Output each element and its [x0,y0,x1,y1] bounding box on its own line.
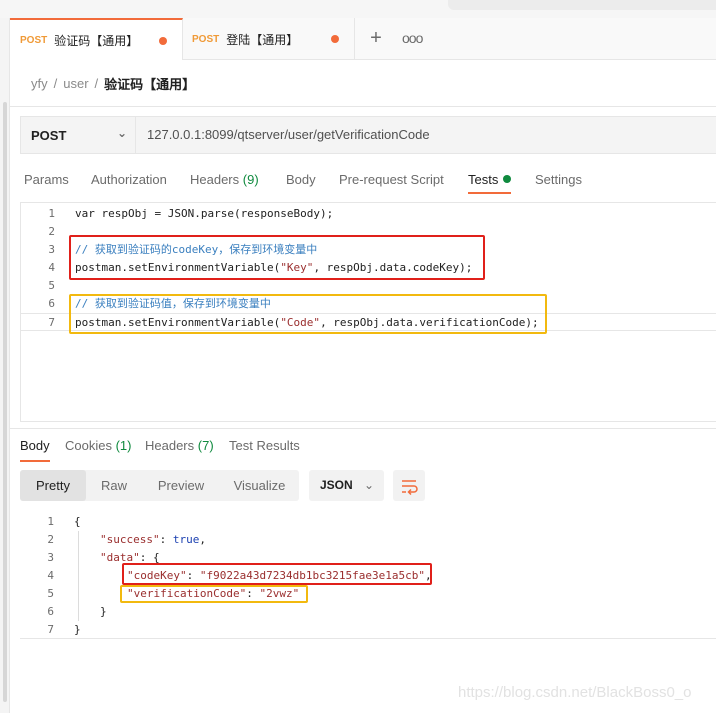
tab-headers-label: Headers [190,172,240,187]
new-tab-plus-icon[interactable]: + [366,28,386,48]
line-number: 1 [48,207,55,220]
line-number: 5 [47,587,54,600]
format-value: JSON [320,478,353,492]
highlight-box-yellow [69,294,547,334]
wrap-lines-icon [402,480,418,496]
breadcrumb-separator: / [53,76,58,91]
json-value: true [172,533,200,546]
code-line: 1 var respObj = JSON.parse(responseBody); [21,205,716,223]
unsaved-dot-icon [331,35,339,43]
sidebar-scrollbar[interactable] [0,18,10,713]
tab-title: 登陆【通用】 [226,32,299,47]
divider [10,428,716,429]
cookies-count: (1) [115,438,132,453]
headers-count: (9) [242,172,259,187]
status-dot-icon [503,175,512,183]
line-number: 4 [48,261,55,274]
json-key: "success" [100,533,160,546]
format-select[interactable]: JSON ⌄ [309,470,384,501]
tab-cookies[interactable]: Cookies (1) [65,438,131,453]
highlight-box-red [122,563,432,585]
view-pretty[interactable]: Pretty [20,470,86,501]
tests-code-editor[interactable]: 1 var respObj = JSON.parse(responseBody);… [20,202,716,422]
view-mode-toggle: Pretty Raw Preview Visualize [20,470,299,501]
watermark: https://blog.csdn.net/BlackBoss0_o [458,684,692,701]
json-line: 2 "success": true, [20,531,716,549]
breadcrumb-folder[interactable]: user [63,76,88,91]
url-input[interactable]: 127.0.0.1:8099/qtserver/user/getVerifica… [147,127,430,142]
code-text: var respObj = JSON.parse(responseBody); [75,207,334,220]
tab-headers[interactable]: Headers (9) [190,172,259,187]
view-raw[interactable]: Raw [86,470,142,501]
tab-verification-code[interactable]: POST 验证码【通用】 [10,18,183,60]
tab-tests-label: Tests [468,172,499,187]
chevron-down-icon: ⌄ [116,126,127,140]
search-bar[interactable] [448,0,716,10]
view-visualize[interactable]: Visualize [220,470,299,501]
line-number: 5 [48,279,55,292]
request-tab-bar: POST 验证码【通用】 POST 登陆【通用】 + ooo [10,18,716,60]
line-number: 2 [48,225,55,238]
json-text: } [100,605,107,618]
json-line: 6} [20,603,716,621]
json-line: 7} [20,621,716,639]
tab-response-headers[interactable]: Headers (7) [145,438,214,453]
more-options-icon[interactable]: ooo [402,28,423,48]
divider [10,106,716,107]
http-method-select[interactable]: POST ⌄ [21,117,136,153]
line-number: 7 [48,316,55,329]
line-number: 3 [47,551,54,564]
breadcrumb: yfy / user / 验证码【通用】 [31,74,195,93]
line-number: 6 [48,297,55,310]
window-top-bar [0,0,716,18]
json-text: "success": true, [100,531,206,549]
response-body-viewer[interactable]: 1{ 2 "success": true, 3 "data": { 4 "codeKe… [20,511,716,641]
tab-response-body[interactable]: Body [20,438,50,462]
tab-settings[interactable]: Settings [535,172,582,187]
highlight-box-yellow [120,585,308,603]
json-sep: : [159,533,173,546]
line-number: 7 [47,623,54,636]
tab-title: 验证码【通用】 [54,33,139,48]
tab-test-results[interactable]: Test Results [229,438,300,453]
line-number: 1 [47,515,54,528]
tab-pre-request-script[interactable]: Pre-request Script [339,172,444,187]
url-bar: POST ⌄ 127.0.0.1:8099/qtserver/user/getV… [20,116,716,154]
breadcrumb-request-name[interactable]: 验证码【通用】 [104,74,195,93]
breadcrumb-separator: / [94,76,99,91]
tab-cookies-label: Cookies [65,438,112,453]
tab-params[interactable]: Params [24,172,69,187]
json-end: , [199,533,206,546]
scrollbar-thumb[interactable] [3,102,7,702]
view-preview[interactable]: Preview [144,470,218,501]
tab-login[interactable]: POST 登陆【通用】 [184,18,355,60]
json-text: { [74,515,81,528]
chevron-down-icon: ⌄ [363,478,374,492]
wrap-lines-button[interactable] [393,470,425,501]
tab-method: POST [192,33,220,45]
line-number: 3 [48,243,55,256]
line-number: 2 [47,533,54,546]
json-text: } [74,623,81,636]
tab-tests[interactable]: Tests [468,172,512,194]
highlight-box-red [69,235,485,280]
line-number: 4 [47,569,54,582]
response-headers-count: (7) [197,438,214,453]
tab-authorization[interactable]: Authorization [91,172,167,187]
json-line: 1{ [20,513,716,531]
line-number: 6 [47,605,54,618]
breadcrumb-workspace[interactable]: yfy [31,76,48,91]
tab-body[interactable]: Body [286,172,316,187]
http-method-value: POST [31,127,67,143]
unsaved-dot-icon [159,37,167,45]
tab-method: POST [20,34,48,46]
tab-response-headers-label: Headers [145,438,195,453]
